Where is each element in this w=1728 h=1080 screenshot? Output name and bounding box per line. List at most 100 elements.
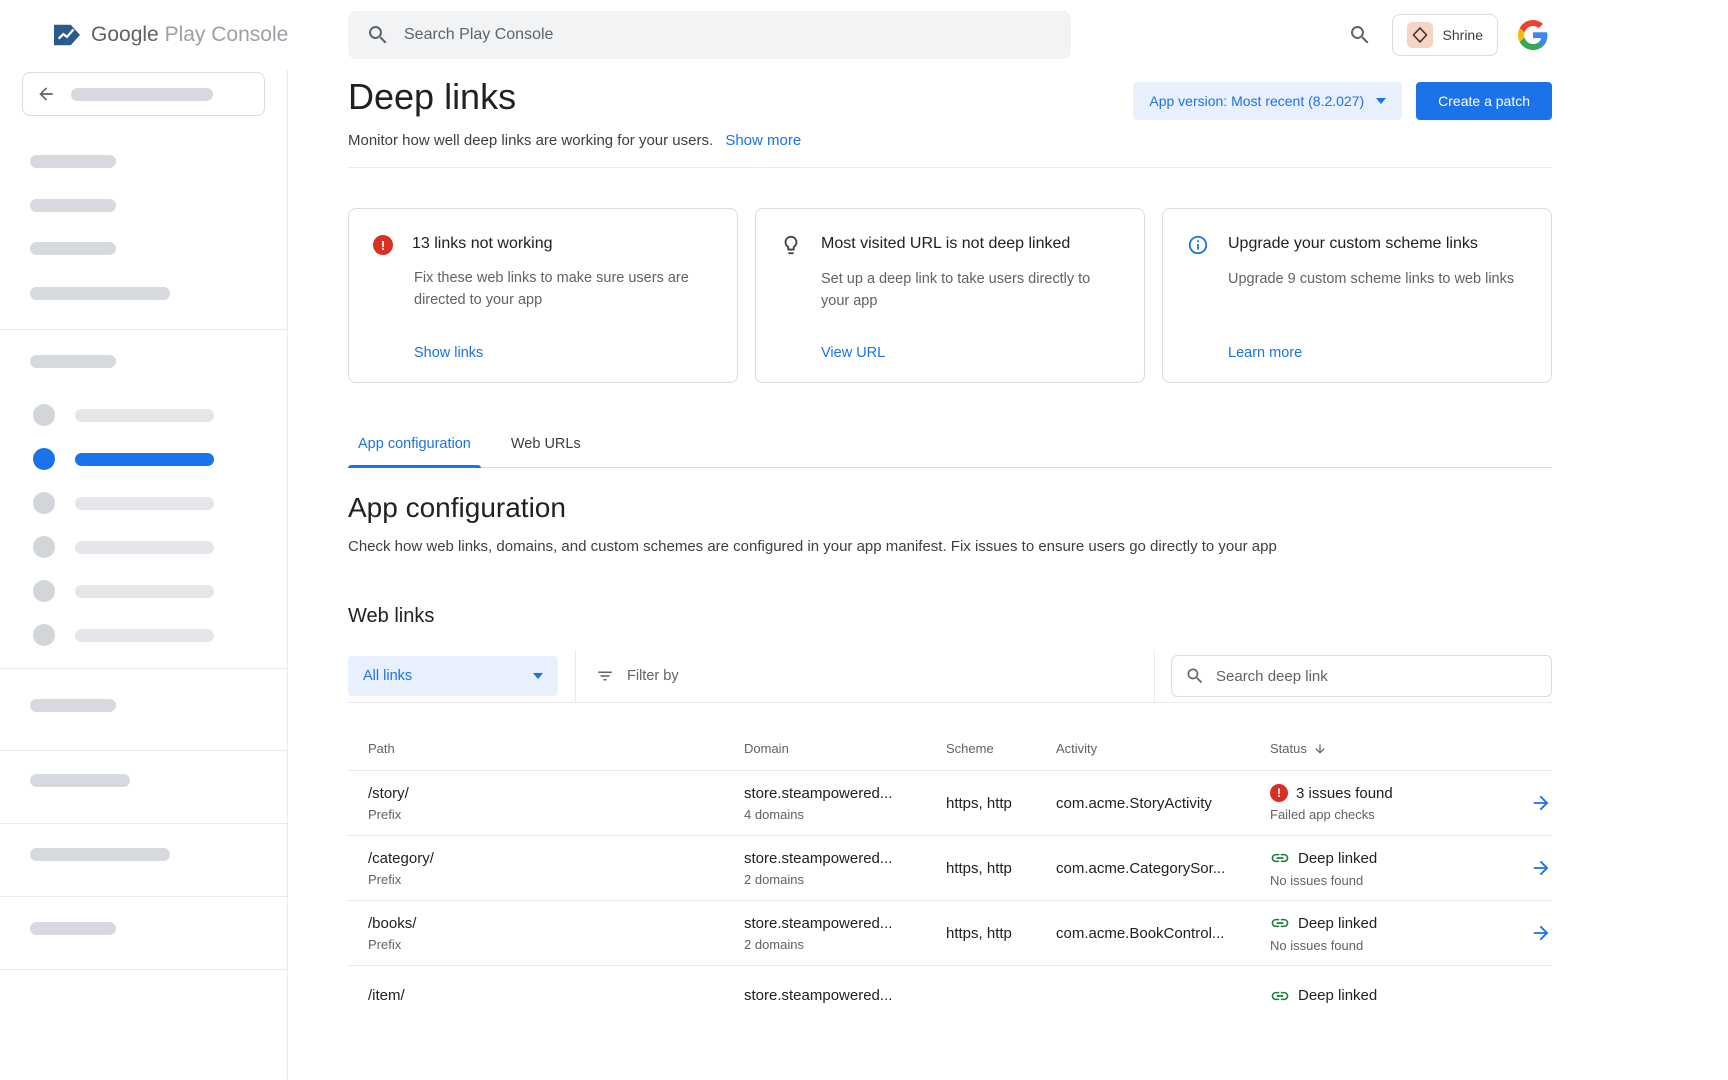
create-patch-button[interactable]: Create a patch	[1416, 82, 1552, 120]
learn-more-link[interactable]: Learn more	[1228, 345, 1527, 361]
filter-by-button[interactable]: Filter by	[596, 667, 679, 685]
deep-link-search-input[interactable]	[1216, 668, 1538, 685]
back-arrow-icon	[36, 84, 56, 104]
sidebar-divider	[0, 668, 287, 669]
skeleton-bar	[30, 699, 116, 712]
tab-app-configuration[interactable]: App configuration	[348, 423, 481, 467]
table-row[interactable]: /story/ Prefix store.steampowered... 4 d…	[348, 771, 1552, 836]
card-body: Upgrade 9 custom scheme links to web lin…	[1228, 269, 1524, 291]
skeleton-bar	[30, 355, 116, 368]
sidebar-nav-item[interactable]	[0, 492, 287, 514]
app-switcher[interactable]: Shrine	[1392, 14, 1498, 56]
section-description: Check how web links, domains, and custom…	[348, 538, 1552, 555]
skeleton-bar	[75, 409, 214, 422]
table-row[interactable]: /category/ Prefix store.steampowered... …	[348, 836, 1552, 901]
google-account-icon[interactable]	[1518, 20, 1548, 50]
sidebar-nav-item-active[interactable]	[0, 448, 287, 470]
column-header-path: Path	[368, 741, 744, 756]
status-detail: No issues found	[1270, 873, 1512, 888]
sort-descending-icon	[1313, 742, 1327, 756]
card-title: 13 links not working	[412, 234, 553, 253]
column-header-activity: Activity	[1056, 741, 1270, 756]
domains-count: 4 domains	[744, 807, 946, 822]
deep-link-path: /item/	[368, 987, 744, 1004]
status-badge: Deep linked	[1270, 848, 1512, 868]
skeleton-bar	[30, 848, 170, 861]
show-links-link[interactable]: Show links	[414, 345, 713, 361]
sidebar-back-button[interactable]	[22, 72, 265, 116]
lightbulb-icon	[780, 234, 802, 256]
sidebar-nav-item[interactable]	[0, 404, 287, 426]
path-type	[368, 1009, 744, 1010]
deep-link-scheme: https, http	[946, 795, 1056, 812]
show-more-link[interactable]: Show more	[725, 132, 801, 149]
sidebar-divider	[0, 750, 287, 751]
search-icon[interactable]	[1348, 23, 1372, 47]
links-filter-dropdown[interactable]: All links	[348, 656, 558, 696]
table-header: Path Domain Scheme Activity Status	[348, 703, 1552, 771]
table-row[interactable]: /item/ store.steampowered... Deep linked	[348, 966, 1552, 1031]
skeleton-bar	[75, 541, 214, 554]
table-row[interactable]: /books/ Prefix store.steampowered... 2 d…	[348, 901, 1552, 966]
filter-icon	[596, 667, 614, 685]
sidebar-nav-item[interactable]	[0, 536, 287, 558]
play-console-logo[interactable]: Google Play Console	[52, 22, 288, 48]
web-links-title: Web links	[348, 605, 1552, 628]
global-search[interactable]	[348, 11, 1071, 59]
deep-link-search[interactable]	[1171, 655, 1552, 697]
section-title: App configuration	[348, 492, 1552, 524]
toolbar-divider	[1154, 650, 1155, 703]
logo-text: Google Play Console	[91, 23, 288, 47]
domains-count	[744, 1009, 946, 1010]
nav-item-icon	[33, 536, 55, 558]
app-version-selector[interactable]: App version: Most recent (8.2.027)	[1133, 82, 1402, 120]
nav-item-icon	[33, 624, 55, 646]
status-detail: Failed app checks	[1270, 807, 1512, 822]
path-type: Prefix	[368, 937, 744, 952]
skeleton-bar	[30, 242, 116, 255]
current-app-name: Shrine	[1443, 27, 1483, 43]
open-row-arrow-icon[interactable]	[1530, 922, 1552, 944]
web-links-toolbar: All links Filter by	[348, 650, 1552, 703]
insight-cards: ! 13 links not working Fix these web lin…	[348, 208, 1552, 383]
skeleton-bar	[75, 453, 214, 466]
view-url-link[interactable]: View URL	[821, 345, 1120, 361]
deep-link-path: /story/	[368, 785, 744, 802]
sidebar-divider	[0, 969, 287, 970]
card-title: Most visited URL is not deep linked	[821, 234, 1070, 253]
sidebar-divider	[0, 896, 287, 897]
page-subtitle: Monitor how well deep links are working …	[348, 132, 801, 149]
links-filter-value: All links	[363, 668, 412, 684]
global-search-input[interactable]	[404, 26, 1053, 44]
sidebar-divider	[0, 823, 287, 824]
open-row-arrow-icon[interactable]	[1530, 792, 1552, 814]
deep-link-path: /category/	[368, 850, 744, 867]
skeleton-bar	[30, 287, 170, 300]
subtitle-text: Monitor how well deep links are working …	[348, 132, 713, 149]
path-type: Prefix	[368, 872, 744, 887]
filter-by-label: Filter by	[627, 668, 679, 684]
toolbar-divider	[575, 650, 576, 703]
column-header-status[interactable]: Status	[1270, 741, 1512, 756]
deep-link-domain: store.steampowered...	[744, 987, 946, 1004]
skeleton-bar	[71, 88, 213, 101]
page-header: Deep links Monitor how well deep links a…	[348, 76, 1552, 149]
error-icon: !	[1270, 784, 1288, 802]
path-type: Prefix	[368, 807, 744, 822]
search-icon	[366, 23, 390, 47]
sidebar-nav-item[interactable]	[0, 580, 287, 602]
play-console-logo-icon	[52, 22, 82, 48]
nav-item-icon	[33, 448, 55, 470]
shrine-app-icon	[1407, 22, 1433, 48]
sidebar-nav-item[interactable]	[0, 624, 287, 646]
column-header-scheme: Scheme	[946, 741, 1056, 756]
topbar-left: Google Play Console	[0, 22, 288, 48]
card-upgrade-schemes: Upgrade your custom scheme links Upgrade…	[1162, 208, 1552, 383]
open-row-arrow-icon[interactable]	[1530, 857, 1552, 879]
tab-web-urls[interactable]: Web URLs	[501, 423, 591, 467]
app-version-label: App version: Most recent (8.2.027)	[1149, 93, 1364, 109]
page-title: Deep links	[348, 76, 801, 118]
deep-link-domain: store.steampowered...	[744, 785, 946, 802]
status-detail	[1270, 1011, 1512, 1012]
nav-item-icon	[33, 580, 55, 602]
